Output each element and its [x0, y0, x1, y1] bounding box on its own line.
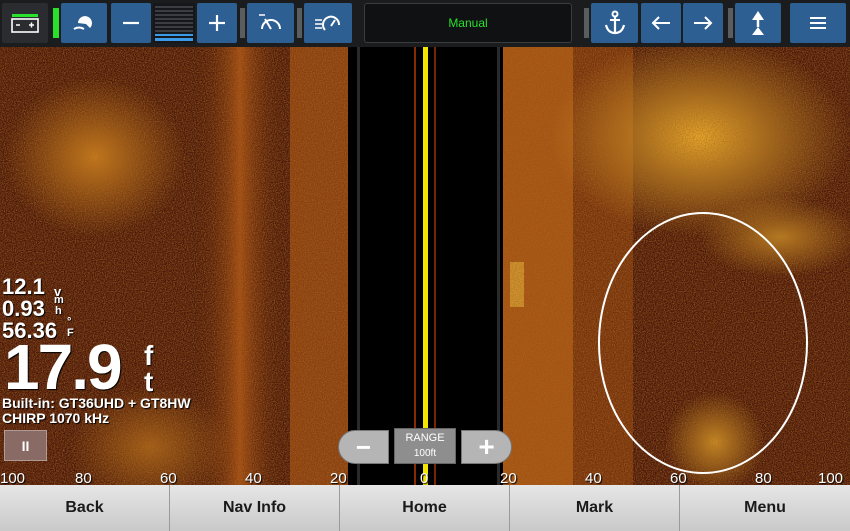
arrow-left-icon: [651, 16, 670, 30]
plus-icon: +: [478, 431, 495, 462]
range-plus-button[interactable]: +: [461, 430, 512, 464]
mark-button[interactable]: Mark: [510, 485, 680, 531]
battery-button[interactable]: [2, 3, 48, 43]
nav-info-button[interactable]: Nav Info: [170, 485, 340, 531]
depth-readout: 17.9: [4, 331, 123, 403]
sonar-speed-icon: [258, 14, 281, 30]
zoom-minus-button[interactable]: [111, 3, 151, 43]
minus-icon: −: [355, 432, 372, 462]
gain-level-icon: [155, 6, 193, 41]
scroll-right-button[interactable]: [683, 3, 723, 43]
sonar-transducer-icon: [73, 16, 92, 30]
menu-nav-button[interactable]: Menu: [680, 485, 850, 531]
range-title: RANGE: [405, 432, 445, 444]
bottom-nav: Back Nav Info Home Mark Menu: [0, 485, 850, 531]
home-button[interactable]: Home: [340, 485, 510, 531]
zoom-plus-icon: [209, 15, 225, 31]
center-line: [423, 47, 428, 485]
transducer-label: Built-in: GT36UHD + GT8HW: [2, 395, 191, 411]
toolbar-divider: [297, 8, 302, 38]
mode-display[interactable]: Manual: [364, 3, 572, 43]
back-button[interactable]: Back: [0, 485, 170, 531]
range-minus-button[interactable]: −: [338, 430, 389, 464]
toolbar-divider: [728, 8, 733, 38]
depth-alarm-icon: [315, 15, 341, 31]
battery-icon: [11, 14, 39, 33]
sidevu-sonar-view[interactable]: [0, 47, 850, 485]
scroll-left-button[interactable]: [641, 3, 681, 43]
status-indicator: [53, 8, 59, 38]
anchor-icon: [604, 10, 625, 35]
speed-unit-bottom: h: [55, 305, 62, 317]
frequency-label: CHIRP 1070 kHz: [2, 410, 110, 426]
range-display[interactable]: RANGE 100ft: [394, 428, 456, 464]
anchor-button[interactable]: [591, 3, 638, 43]
sonar-source-button[interactable]: [61, 3, 107, 43]
sonar-up-icon: [752, 11, 764, 35]
toolbar-divider: [240, 8, 245, 38]
pause-button[interactable]: II: [4, 430, 47, 461]
sonar-image: [0, 47, 850, 485]
depth-unit-bottom: t: [144, 366, 154, 397]
toolbar-divider: [584, 8, 589, 38]
sonar-speed-button[interactable]: [247, 3, 294, 43]
zoom-plus-button[interactable]: [197, 3, 237, 43]
depth-alarm-button[interactable]: [304, 3, 352, 43]
top-toolbar: Manual: [0, 0, 850, 47]
sonar-up-button[interactable]: [735, 3, 781, 43]
arrow-right-icon: [694, 16, 713, 30]
menu-button[interactable]: [790, 3, 846, 43]
range-value: 100ft: [413, 448, 437, 459]
menu-icon: [810, 17, 826, 29]
gain-level-indicator: [153, 3, 195, 43]
zoom-minus-icon: [123, 21, 139, 25]
